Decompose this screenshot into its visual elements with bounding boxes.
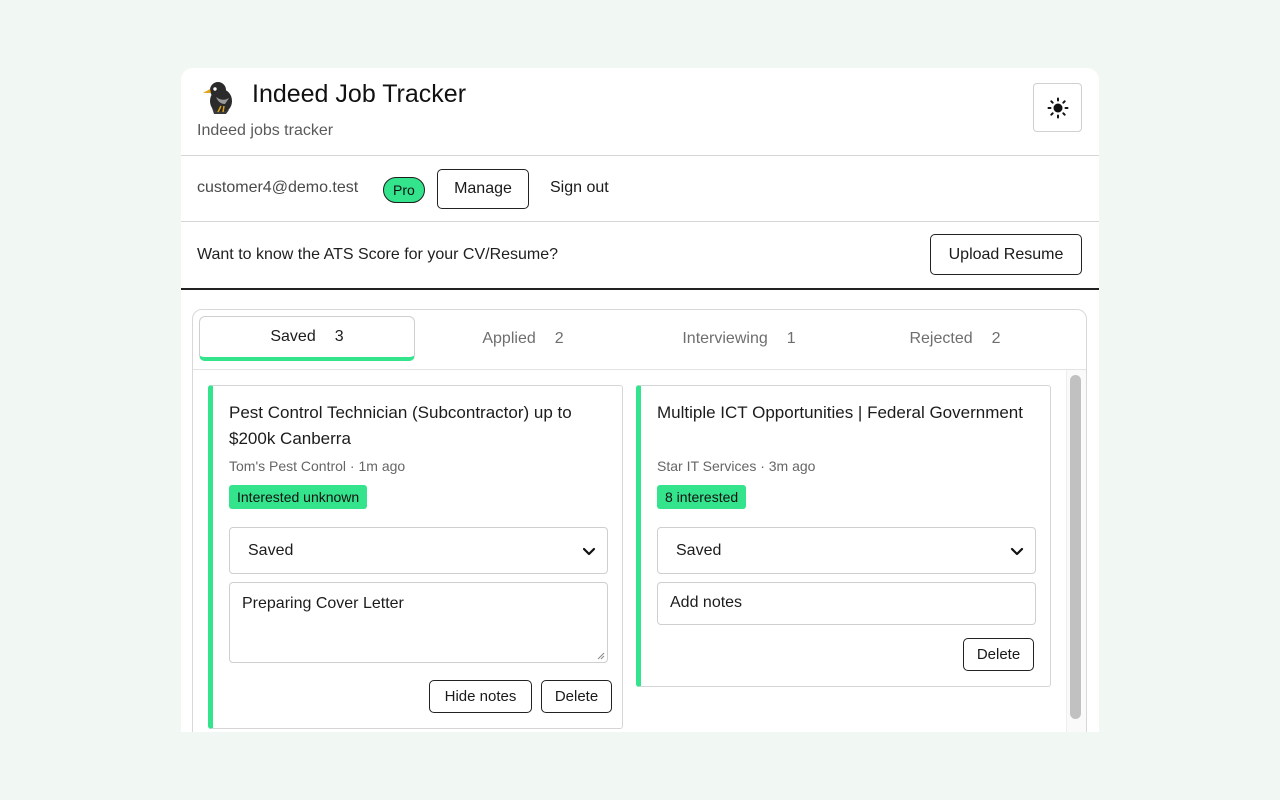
tab-count: 2 <box>554 329 564 347</box>
job-card: Pest Control Technician (Subcontractor) … <box>208 385 623 729</box>
delete-button[interactable]: Delete <box>541 680 612 713</box>
tab-interviewing[interactable]: Interviewing 1 <box>631 316 847 361</box>
tab-label: Rejected <box>909 329 973 347</box>
ats-prompt: Want to know the ATS Score for your CV/R… <box>197 246 559 263</box>
upload-resume-button[interactable]: Upload Resume <box>930 234 1082 275</box>
tab-label: Saved <box>270 328 316 345</box>
header: Indeed Job Tracker Indeed jobs tracker <box>181 68 1099 156</box>
tab-count: 1 <box>786 329 796 347</box>
job-title: Multiple ICT Opportunities | Federal Gov… <box>657 403 1023 422</box>
status-tabs: Saved 3 Applied 2 Interviewing 1 Rejecte… <box>193 310 1086 370</box>
status-select[interactable]: Saved <box>657 527 1036 574</box>
job-meta: Star IT Services · 3m ago <box>657 458 816 474</box>
notes-input[interactable]: Add notes <box>657 582 1036 625</box>
tab-count: 3 <box>334 328 344 345</box>
sign-out-button[interactable]: Sign out <box>550 179 609 197</box>
interest-badge: 8 interested <box>657 485 747 509</box>
tab-count: 2 <box>991 329 1001 347</box>
notes-placeholder: Add notes <box>670 594 743 611</box>
tracker-panel: Indeed Job Tracker Indeed jobs tracker c… <box>181 68 1099 732</box>
theme-toggle-button[interactable] <box>1033 83 1082 132</box>
chevron-down-icon <box>582 547 596 556</box>
job-board: Saved 3 Applied 2 Interviewing 1 Rejecte… <box>192 309 1087 732</box>
sun-icon <box>1047 97 1068 118</box>
app-subtitle: Indeed jobs tracker <box>197 122 334 139</box>
job-title: Pest Control Technician (Subcontractor) … <box>229 403 572 448</box>
job-card: Multiple ICT Opportunities | Federal Gov… <box>636 385 1051 687</box>
status-value: Saved <box>676 541 722 559</box>
delete-button[interactable]: Delete <box>963 638 1034 671</box>
interest-badge: Interested unknown <box>229 485 368 509</box>
tab-saved[interactable]: Saved 3 <box>199 316 415 361</box>
plan-badge: Pro <box>383 177 425 203</box>
notes-textarea[interactable]: Preparing Cover Letter <box>229 582 608 663</box>
status-select[interactable]: Saved <box>229 527 608 574</box>
notes-value: Preparing Cover Letter <box>242 595 404 612</box>
resize-grip-icon[interactable] <box>595 650 605 660</box>
tab-applied[interactable]: Applied 2 <box>415 316 631 361</box>
manage-button[interactable]: Manage <box>437 169 529 209</box>
bird-logo-icon <box>203 82 232 114</box>
chevron-down-icon <box>1010 547 1024 556</box>
scrollbar-thumb[interactable] <box>1070 375 1081 719</box>
account-email: customer4@demo.test <box>197 179 359 196</box>
ats-banner: Want to know the ATS Score for your CV/R… <box>181 222 1099 290</box>
tab-label: Applied <box>482 329 536 347</box>
job-meta: Tom's Pest Control · 1m ago <box>229 458 406 474</box>
app-title: Indeed Job Tracker <box>252 80 467 108</box>
account-row: customer4@demo.test Pro Manage Sign out <box>181 156 1099 222</box>
status-value: Saved <box>248 541 294 559</box>
tab-rejected[interactable]: Rejected 2 <box>847 316 1063 361</box>
hide-notes-button[interactable]: Hide notes <box>429 680 532 713</box>
tab-label: Interviewing <box>682 329 768 347</box>
